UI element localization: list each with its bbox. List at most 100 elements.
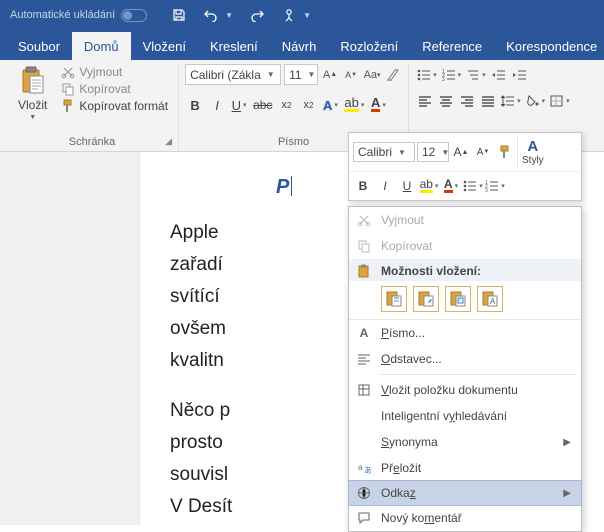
mini-font-size-combo[interactable]: 12▼ (417, 142, 449, 162)
subscript-button[interactable]: x2 (276, 94, 296, 116)
borders-button[interactable]: ▾ (548, 90, 572, 112)
paste-label: Vložit (18, 98, 47, 112)
tab-mailings[interactable]: Korespondence (494, 32, 604, 60)
multilevel-list-button[interactable]: ▾ (464, 64, 488, 86)
mini-styles-button[interactable]: A Styly (517, 136, 548, 168)
clear-formatting-button[interactable] (384, 64, 402, 85)
mini-grow-font-button[interactable]: A▲ (451, 141, 471, 163)
svg-text:a: a (358, 463, 363, 472)
document-item-icon (356, 382, 372, 398)
touch-mode-icon[interactable] (281, 7, 297, 23)
ctx-paragraph[interactable]: Odstavec... (349, 346, 581, 372)
autosave-control[interactable]: Automatické ukládání (10, 9, 147, 22)
highlight-button[interactable]: ab▾ (342, 94, 366, 116)
save-icon[interactable] (171, 7, 187, 23)
align-right-button[interactable] (457, 90, 477, 112)
increase-indent-button[interactable] (510, 64, 530, 86)
ctx-translate[interactable]: aあ Přeložit (349, 455, 581, 481)
line-spacing-button[interactable]: ▾ (499, 90, 523, 112)
grow-font-button[interactable]: A▲ (321, 64, 339, 85)
bold-button[interactable]: B (185, 94, 205, 116)
clipboard-icon (356, 263, 372, 279)
mini-font-name-combo[interactable]: Calibri▼ (353, 142, 415, 162)
shading-button[interactable]: ▾ (524, 90, 548, 112)
text-effects-button[interactable]: A▾ (320, 94, 340, 116)
ctx-link[interactable]: Odkaz ▶ (348, 480, 582, 506)
font-size-combo[interactable]: 11 ▼ (284, 64, 318, 85)
clipboard-group-label: Schránka ◢ (12, 134, 172, 151)
copy-label: Kopírovat (79, 82, 130, 96)
underline-button[interactable]: U▾ (229, 94, 249, 116)
ctx-copy[interactable]: Kopírovat (349, 233, 581, 259)
submenu-arrow-icon: ▶ (563, 437, 571, 448)
align-center-button[interactable] (436, 90, 456, 112)
paste-text-only-button[interactable]: A (477, 286, 503, 312)
mini-font-color-button[interactable]: A▾ (441, 175, 461, 197)
cut-button[interactable]: Vyjmout (57, 64, 172, 80)
change-case-button[interactable]: Aa▾ (363, 64, 381, 85)
undo-dropdown-icon[interactable]: ▼ (225, 11, 233, 20)
tab-references[interactable]: Reference (410, 32, 494, 60)
ctx-copy-label: Kopírovat (381, 239, 432, 253)
mini-bold-button[interactable]: B (353, 175, 373, 197)
autosave-toggle[interactable] (121, 9, 147, 22)
comment-icon (356, 510, 372, 526)
strikethrough-button[interactable]: abc (251, 94, 274, 116)
font-color-button[interactable]: A▾ (368, 94, 388, 116)
shrink-font-button[interactable]: A▼ (342, 64, 360, 85)
ctx-insert-doc-item[interactable]: Vložit položku dokumentu (349, 377, 581, 403)
ctx-cut[interactable]: Vyjmout (349, 207, 581, 233)
tab-layout[interactable]: Rozložení (328, 32, 410, 60)
align-left-button[interactable] (415, 90, 435, 112)
undo-icon[interactable] (203, 7, 219, 23)
clipboard-launcher-icon[interactable]: ◢ (165, 136, 172, 147)
left-gutter (0, 152, 140, 525)
ctx-paragraph-label: Odstavec... (381, 352, 442, 366)
mini-underline-button[interactable]: U (397, 175, 417, 197)
paste-merge-button[interactable] (413, 286, 439, 312)
paste-keep-source-button[interactable] (381, 286, 407, 312)
tab-insert[interactable]: Vložení (131, 32, 198, 60)
ctx-smart-lookup[interactable]: Inteligentní vyhledávání (349, 403, 581, 429)
copy-button[interactable]: Kopírovat (57, 81, 172, 97)
ctx-synonyms[interactable]: Synonyma ▶ (349, 429, 581, 455)
mini-styles-label: Styly (522, 155, 544, 166)
touch-dropdown-icon[interactable]: ▼ (303, 11, 311, 20)
decrease-indent-button[interactable] (489, 64, 509, 86)
mini-shrink-font-button[interactable]: A▼ (473, 141, 493, 163)
paste-button[interactable]: Vložit ▼ (12, 64, 53, 123)
bullets-button[interactable]: ▾ (415, 64, 439, 86)
redo-icon[interactable] (249, 7, 265, 23)
format-painter-button[interactable]: Kopírovat formát (57, 98, 172, 114)
chevron-down-icon: ▼ (267, 70, 275, 79)
italic-button[interactable]: I (207, 94, 227, 116)
font-icon: A (356, 325, 372, 341)
ctx-new-comment[interactable]: Nový komentář (349, 505, 581, 531)
numbering-button[interactable]: 123▾ (440, 64, 464, 86)
cut-label: Vyjmout (79, 65, 122, 79)
ctx-font[interactable]: A Písmo... (349, 320, 581, 346)
link-icon (356, 485, 372, 501)
justify-button[interactable] (478, 90, 498, 112)
mini-numbering-button[interactable]: 123▾ (485, 175, 505, 197)
paste-icon (20, 66, 46, 96)
mini-highlight-button[interactable]: ab▾ (419, 175, 439, 197)
mini-bullets-button[interactable]: ▾ (463, 175, 483, 197)
font-name-combo[interactable]: Calibri (Zákla ▼ (185, 64, 281, 85)
brush-icon (61, 99, 75, 113)
paste-dropdown-icon[interactable]: ▼ (29, 114, 36, 121)
superscript-button[interactable]: x2 (298, 94, 318, 116)
mini-format-painter-button[interactable] (495, 141, 515, 163)
mini-italic-button[interactable]: I (375, 175, 395, 197)
tab-home[interactable]: Domů (72, 32, 131, 60)
mini-font-size-value: 12 (422, 145, 435, 159)
copy-icon (356, 238, 372, 254)
title-bar: Automatické ukládání ▼ ▼ (0, 0, 604, 30)
svg-text:3: 3 (442, 77, 445, 81)
tab-file[interactable]: Soubor (6, 32, 72, 60)
tab-draw[interactable]: Kreslení (198, 32, 270, 60)
paste-picture-button[interactable] (445, 286, 471, 312)
paragraph-icon (356, 351, 372, 367)
tab-design[interactable]: Návrh (270, 32, 329, 60)
ctx-link-label: Odkaz (381, 486, 416, 500)
